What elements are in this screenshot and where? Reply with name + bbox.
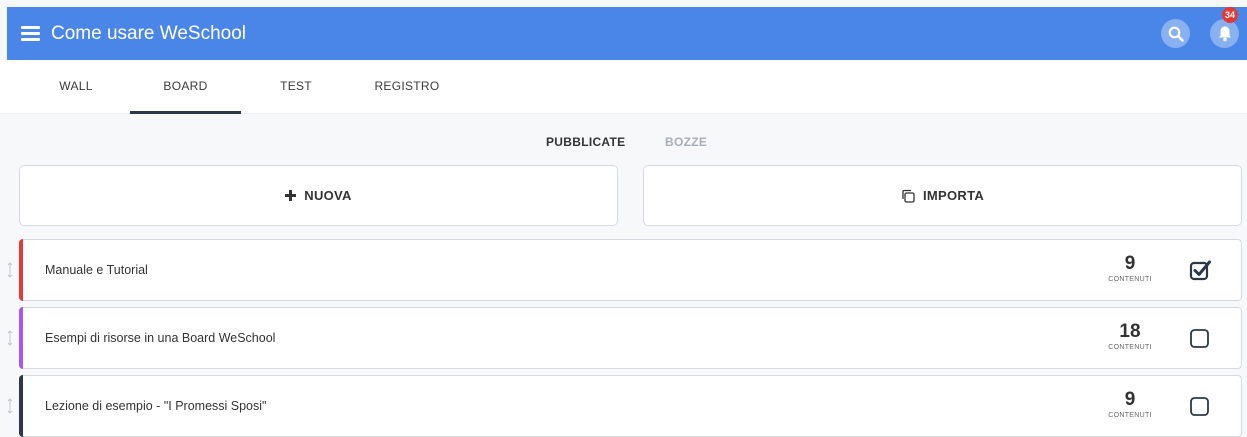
content-count-number: 18	[1119, 321, 1141, 342]
checkbox-checked-icon[interactable]	[1189, 259, 1211, 281]
checkbox-empty-icon[interactable]	[1189, 395, 1211, 417]
tab-test[interactable]: TEST	[261, 60, 331, 114]
app-title: Come usare WeSchool	[51, 23, 247, 44]
board-filter: PUBBLICATE BOZZE	[0, 135, 1247, 153]
content-count-label: CONTENUTI	[1108, 276, 1152, 283]
search-button[interactable]	[1161, 19, 1190, 48]
board-color-accent	[19, 307, 23, 369]
board-color-accent	[19, 239, 23, 301]
notification-badge: 34	[1222, 7, 1238, 23]
tab-wall[interactable]: WALL	[41, 60, 111, 114]
new-board-label: NUOVA	[304, 188, 352, 203]
tab-registro[interactable]: REGISTRO	[362, 60, 452, 114]
board-row[interactable]: Lezione di esempio - "I Promessi Sposi" …	[7, 375, 1242, 437]
main-tabs: WALL BOARD TEST REGISTRO	[0, 60, 1247, 114]
bell-icon	[1218, 26, 1231, 42]
board-title: Esempi di risorse in una Board WeSchool	[45, 331, 276, 345]
drag-handle-icon[interactable]	[7, 330, 13, 346]
board-title: Manuale e Tutorial	[45, 263, 148, 277]
board-color-accent	[19, 375, 23, 437]
board-row[interactable]: Esempi di risorse in una Board WeSchool …	[7, 307, 1242, 369]
content-count: 9 CONTENUTI	[1100, 389, 1160, 421]
content-count-label: CONTENUTI	[1108, 344, 1152, 351]
drag-handle-icon[interactable]	[7, 398, 13, 414]
board-row[interactable]: Manuale e Tutorial 9 CONTENUTI	[7, 239, 1242, 301]
hamburger-icon[interactable]	[21, 26, 40, 41]
tab-board[interactable]: BOARD	[130, 60, 241, 114]
app-header: Come usare WeSchool	[7, 7, 1247, 60]
content-count-label: CONTENUTI	[1108, 412, 1152, 419]
content-count: 9 CONTENUTI	[1100, 253, 1160, 285]
content-count: 18 CONTENUTI	[1100, 321, 1160, 353]
search-icon	[1168, 26, 1184, 42]
plus-icon	[285, 190, 297, 201]
import-button[interactable]: IMPORTA	[643, 165, 1242, 226]
filter-published[interactable]: PUBBLICATE	[546, 135, 625, 149]
checkbox-empty-icon[interactable]	[1189, 327, 1211, 349]
content-count-number: 9	[1124, 389, 1136, 410]
import-label: IMPORTA	[922, 188, 985, 203]
copy-icon	[901, 189, 915, 203]
filter-drafts[interactable]: BOZZE	[665, 135, 707, 149]
new-board-button[interactable]: NUOVA	[19, 165, 618, 226]
board-title: Lezione di esempio - "I Promessi Sposi"	[45, 399, 267, 413]
content-count-number: 9	[1124, 253, 1136, 274]
drag-handle-icon[interactable]	[7, 262, 13, 278]
notifications-button[interactable]	[1210, 19, 1239, 48]
